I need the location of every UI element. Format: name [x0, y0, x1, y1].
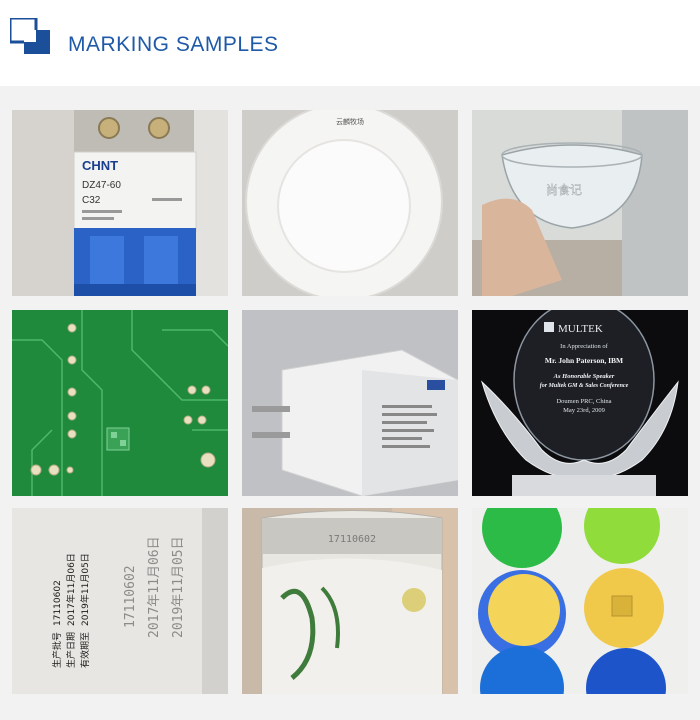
- prod-label: 生产日期: [65, 632, 77, 668]
- header: MARKING SAMPLES: [0, 0, 700, 86]
- sample-printed-dates: 生产批号 17110602 生产日期 2017年11月06日 有效期至 2019…: [12, 508, 228, 694]
- sample-circuit-breaker: CHNT DZ47-60 C32: [12, 110, 228, 296]
- inkjet-code-1: 17110602: [123, 565, 138, 628]
- sample-plastic-caps: [472, 508, 688, 694]
- inkjet-code-3: 2019年11月05日: [171, 536, 186, 638]
- trophy-line6: May 23rd, 2009: [563, 407, 605, 414]
- prod-value: 2017年11月06日: [65, 553, 77, 626]
- samples-grid: CHNT DZ47-60 C32 云麟牧场 尚食记 MULTEK In Appr…: [0, 86, 700, 720]
- exp-label: 有效期至: [79, 632, 91, 668]
- trophy-line1: In Appreciation of: [560, 343, 608, 350]
- batch-label: 生产批号: [51, 632, 63, 668]
- breaker-brand: CHNT: [82, 158, 118, 173]
- exp-value: 2019年11月05日: [79, 553, 91, 626]
- sample-ceramic-plate: 云麟牧场: [242, 110, 458, 296]
- trophy-line2: Mr. John Paterson, IBM: [545, 356, 623, 365]
- trophy-line5: Doumen PRC, China: [556, 398, 611, 405]
- plate-mark: 云麟牧场: [336, 117, 364, 126]
- can-code: 17110602: [328, 534, 376, 545]
- sample-crystal-trophy: MULTEK In Appreciation of Mr. John Pater…: [472, 310, 688, 496]
- sample-tin-can: 17110602: [242, 508, 458, 694]
- brand-logo-icon: [10, 18, 50, 54]
- bowl-mark: 尚食记: [546, 182, 582, 197]
- page-title: MARKING SAMPLES: [68, 33, 279, 56]
- trophy-line4: for Multek GM & Sales Conference: [540, 383, 629, 389]
- sample-glass-bowl: 尚食记: [472, 110, 688, 296]
- breaker-rating: C32: [82, 195, 101, 206]
- trophy-brand: MULTEK: [558, 323, 603, 335]
- batch-value: 17110602: [53, 580, 63, 626]
- sample-usb-charger: [242, 310, 458, 496]
- sample-pcb-board: [12, 310, 228, 496]
- trophy-line3: As Honorable Speaker: [553, 373, 615, 380]
- inkjet-code-2: 2017年11月06日: [147, 536, 162, 638]
- breaker-model: DZ47-60: [82, 180, 121, 191]
